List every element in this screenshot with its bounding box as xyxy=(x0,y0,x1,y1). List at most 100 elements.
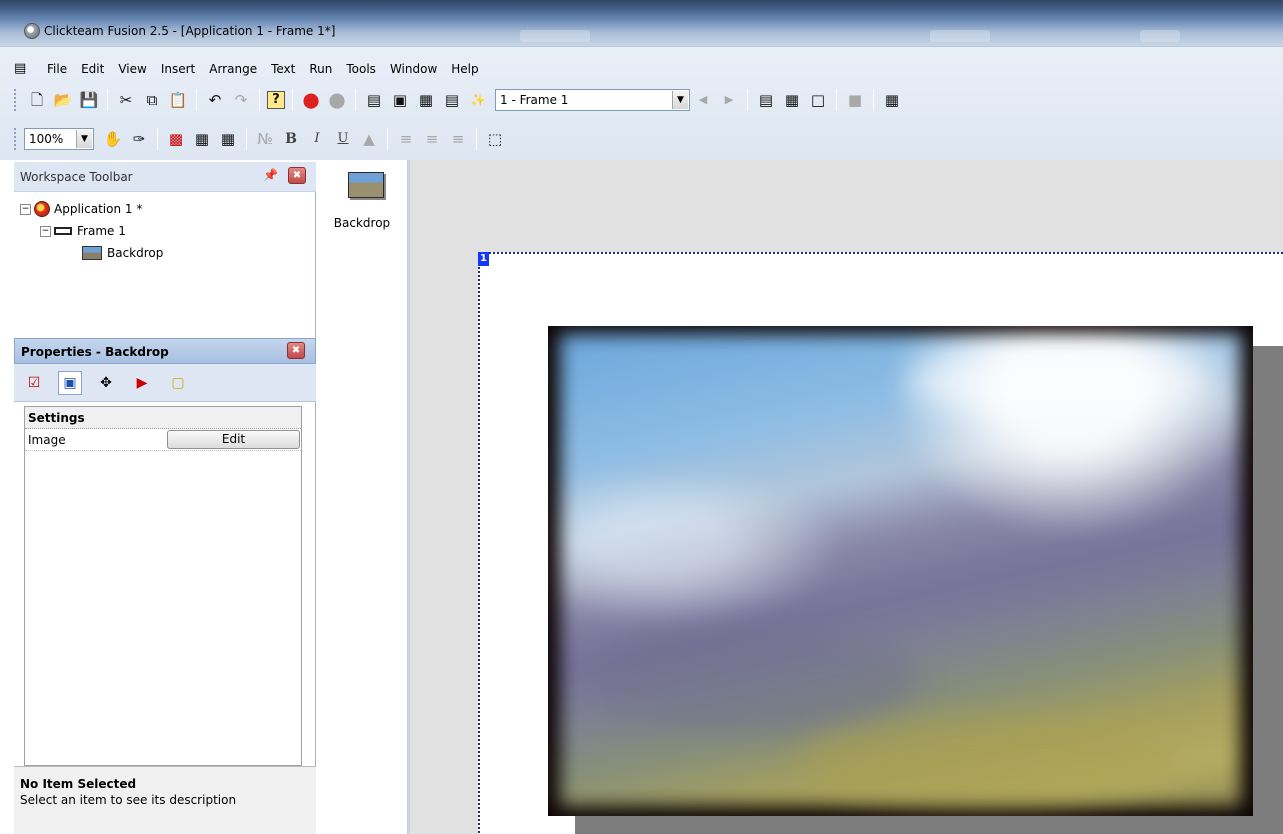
properties-header: Properties - Backdrop ✖ xyxy=(14,338,316,364)
menu-tools[interactable]: Tools xyxy=(339,58,383,80)
menu-view[interactable]: View xyxy=(111,58,153,80)
collapse-icon[interactable]: − xyxy=(20,203,31,215)
align-left-icon[interactable]: ≡ xyxy=(395,128,417,150)
tree-item-frame[interactable]: − Frame 1 xyxy=(20,220,163,242)
menu-list-icon[interactable]: ▤ xyxy=(14,61,32,77)
menu-edit[interactable]: Edit xyxy=(74,58,111,80)
about-tab-icon[interactable]: ▢ xyxy=(166,371,190,395)
cloud-blur xyxy=(908,346,1208,416)
object-label[interactable]: Backdrop xyxy=(316,216,408,230)
toolbar-separator xyxy=(836,89,837,111)
save-icon[interactable]: 💾 xyxy=(78,89,100,111)
title-bar: Clickteam Fusion 2.5 - [Application 1 - … xyxy=(0,0,1283,46)
next-frame-icon[interactable]: ▶ xyxy=(718,89,740,111)
display-tab-icon[interactable]: ▣ xyxy=(58,370,82,395)
event-editor-icon[interactable]: ▦ xyxy=(415,89,437,111)
text-style-icon[interactable]: № xyxy=(254,128,276,150)
tree-item-label: Frame 1 xyxy=(77,224,126,238)
selection-icon[interactable]: ⬚ xyxy=(484,128,506,150)
pin-icon[interactable]: 📌 xyxy=(263,168,278,182)
edit-image-button[interactable]: Edit xyxy=(167,430,300,449)
layer-list-icon[interactable]: ▦ xyxy=(781,89,803,111)
paste-icon[interactable]: 📋 xyxy=(167,89,189,111)
run-application-icon[interactable]: ⬤ xyxy=(300,89,322,111)
menu-text[interactable]: Text xyxy=(264,58,302,80)
backdrop-object-icon[interactable] xyxy=(348,172,384,198)
previous-frame-icon[interactable]: ◀ xyxy=(692,89,714,111)
toolbar-separator xyxy=(873,89,874,111)
chevron-down-icon[interactable]: ▼ xyxy=(76,130,92,148)
backdrop-icon xyxy=(82,246,102,260)
description-title: No Item Selected xyxy=(20,777,137,791)
italic-icon[interactable]: I xyxy=(306,128,328,150)
align-center-icon[interactable]: ≡ xyxy=(421,128,443,150)
cut-icon[interactable]: ✂ xyxy=(115,89,137,111)
menu-run[interactable]: Run xyxy=(302,58,339,80)
redo-icon[interactable]: ↷ xyxy=(230,89,252,111)
titlebar-glass-highlight xyxy=(520,30,590,42)
frame-editor-icon[interactable]: ▣ xyxy=(389,89,411,111)
collapse-icon[interactable]: − xyxy=(40,225,51,237)
runtime-tab-icon[interactable]: ▶ xyxy=(130,371,154,395)
close-icon[interactable]: ✖ xyxy=(288,167,306,184)
snap-icon[interactable]: ▦ xyxy=(217,128,239,150)
layers-icon[interactable]: ▤ xyxy=(755,89,777,111)
stop-icon[interactable]: ■ xyxy=(844,89,866,111)
event-list-icon[interactable]: ▤ xyxy=(441,89,463,111)
grid-toggle-icon[interactable]: ▩ xyxy=(165,128,187,150)
run-frame-icon[interactable]: ⬤ xyxy=(326,89,348,111)
mountain-blur xyxy=(588,626,918,736)
menu-arrange[interactable]: Arrange xyxy=(202,58,264,80)
properties-panel: Properties - Backdrop ✖ ☑ ▣ ✥ ▶ ▢ Settin… xyxy=(14,334,316,834)
storyboard-editor-icon[interactable]: ▤ xyxy=(363,89,385,111)
underline-icon[interactable]: U xyxy=(332,128,354,150)
data-elements-icon[interactable]: ✨ xyxy=(467,89,489,111)
grid-icon[interactable]: ▦ xyxy=(881,89,903,111)
toolbar-grip[interactable] xyxy=(14,89,18,111)
titlebar-glass-highlight xyxy=(930,30,990,42)
menu-insert[interactable]: Insert xyxy=(154,58,202,80)
frame-editor[interactable]: 1 xyxy=(408,160,1283,834)
toolbar-separator xyxy=(355,89,356,111)
tree-item-label: Application 1 * xyxy=(54,202,143,216)
frame-canvas[interactable]: 1 xyxy=(478,252,1283,834)
backdrop-object[interactable] xyxy=(548,326,1253,816)
object-shelf: Backdrop xyxy=(316,160,408,834)
application-icon xyxy=(34,201,50,217)
bold-icon[interactable]: B xyxy=(280,128,302,150)
grid-setup-icon[interactable]: ▦ xyxy=(191,128,213,150)
tree-item-application[interactable]: − Application 1 * xyxy=(20,198,163,220)
toolbar-separator xyxy=(292,89,293,111)
close-icon[interactable]: ✖ xyxy=(287,342,305,359)
paint-icon[interactable]: ✑ xyxy=(128,128,150,150)
window-icon[interactable]: □ xyxy=(807,89,829,111)
help-icon[interactable]: ? xyxy=(267,91,285,109)
frame-icon xyxy=(54,227,72,235)
text-color-icon[interactable]: ▲ xyxy=(358,128,380,150)
frame-select-value: 1 - Frame 1 xyxy=(500,93,569,107)
properties-tabs: ☑ ▣ ✥ ▶ ▢ xyxy=(14,364,316,402)
toolbar-separator xyxy=(747,89,748,111)
properties-grid: Settings Image Edit xyxy=(24,406,302,766)
menu-file[interactable]: File xyxy=(40,58,74,80)
standard-toolbar: 🗋 📂 💾 ✂ ⧉ 📋 ↶ ↷ ? ⬤ ⬤ ▤ ▣ ▦ ▤ ✨ 1 - Fram… xyxy=(14,85,905,115)
align-right-icon[interactable]: ≡ xyxy=(447,128,469,150)
chevron-down-icon[interactable]: ▼ xyxy=(672,91,688,109)
tree-item-backdrop[interactable]: Backdrop xyxy=(20,242,163,264)
toolbar-area: ▤ File Edit View Insert Arrange Text Run… xyxy=(0,46,1283,160)
frame-select[interactable]: 1 - Frame 1 ▼ xyxy=(495,89,690,111)
app-logo-icon[interactable] xyxy=(24,23,40,39)
toolbar-separator xyxy=(476,128,477,150)
size-position-tab-icon[interactable]: ✥ xyxy=(94,371,118,395)
zoom-select[interactable]: 100% ▼ xyxy=(24,128,94,150)
settings-tab-icon[interactable]: ☑ xyxy=(22,371,46,395)
field-blur xyxy=(798,716,1178,806)
hand-icon[interactable]: ✋ xyxy=(102,128,124,150)
undo-icon[interactable]: ↶ xyxy=(204,89,226,111)
copy-icon[interactable]: ⧉ xyxy=(141,89,163,111)
menu-window[interactable]: Window xyxy=(383,58,444,80)
toolbar-grip[interactable] xyxy=(14,128,18,150)
open-folder-icon[interactable]: 📂 xyxy=(52,89,74,111)
menu-help[interactable]: Help xyxy=(444,58,485,80)
new-file-icon[interactable]: 🗋 xyxy=(26,89,48,111)
